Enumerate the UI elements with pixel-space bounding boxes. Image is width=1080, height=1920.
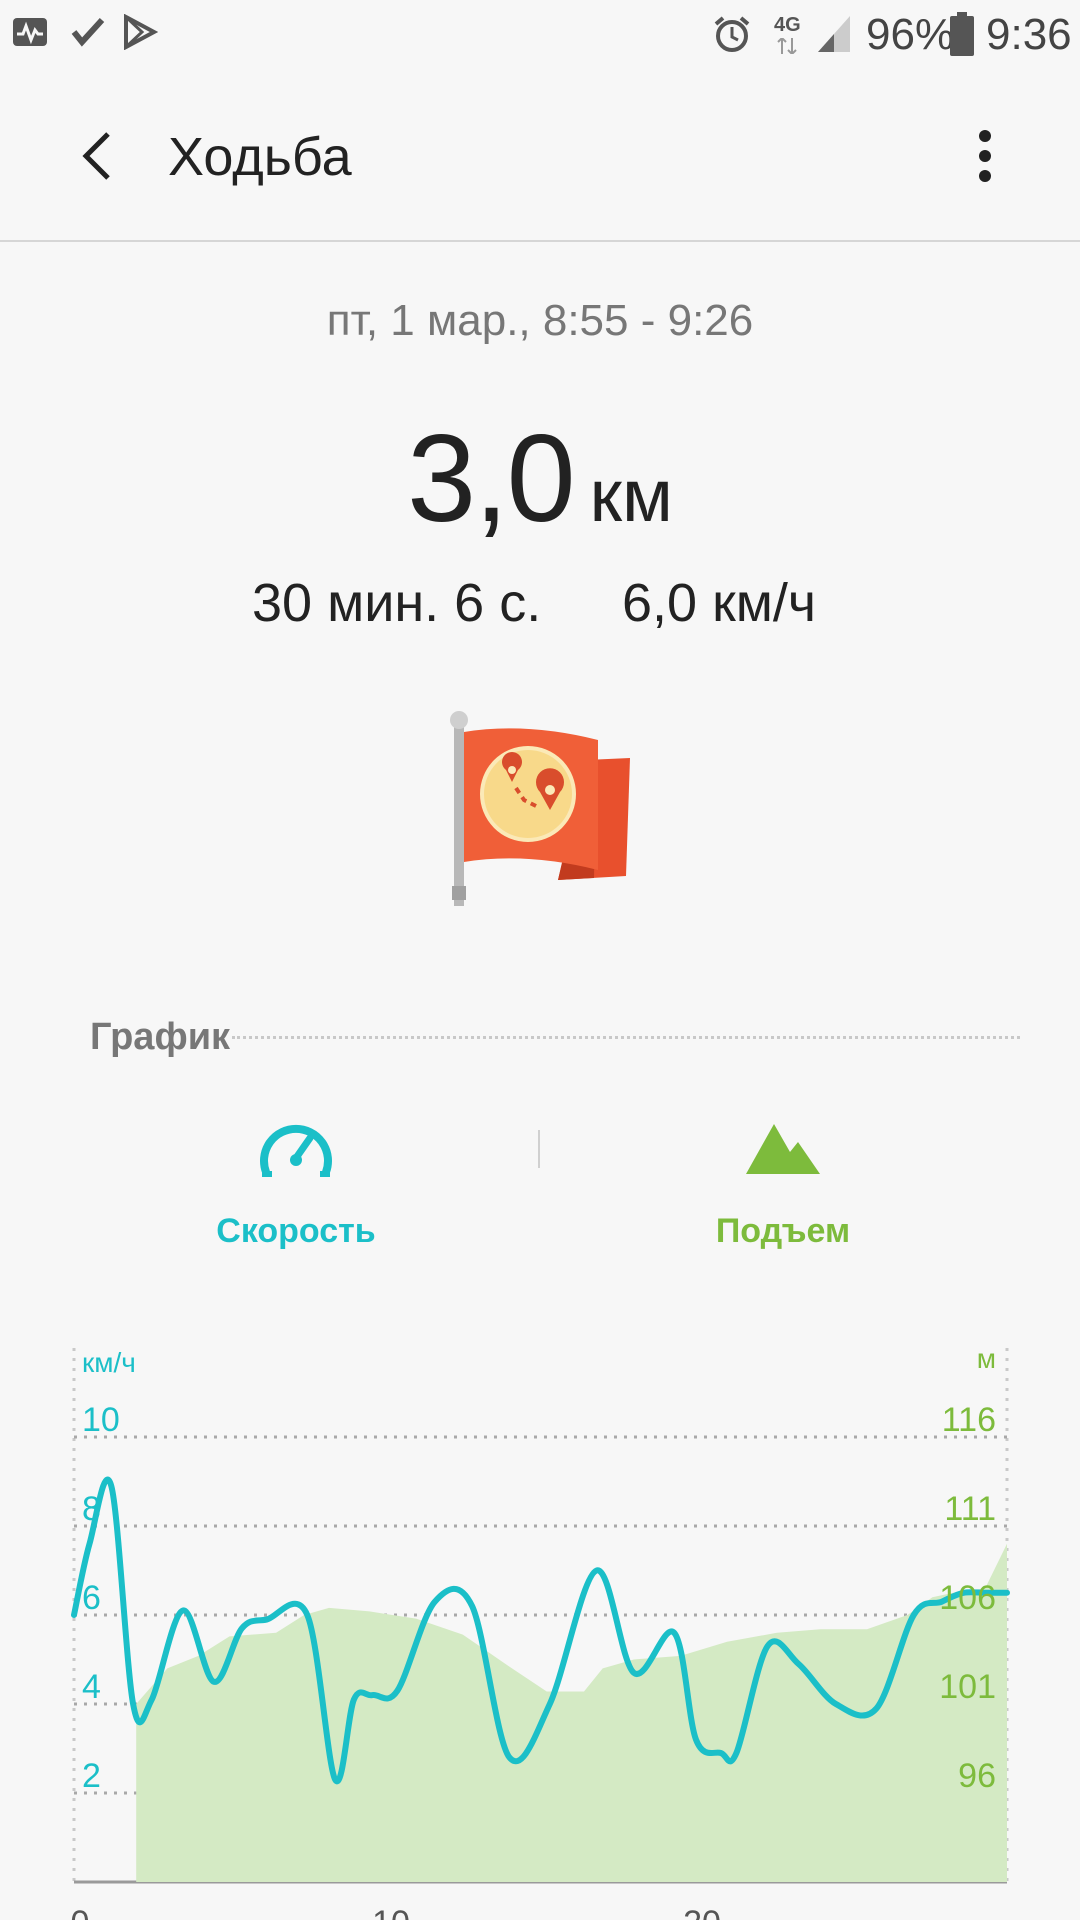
more-vert-icon[interactable] (955, 126, 1015, 186)
tab-elevation-label[interactable]: Подъем (660, 1212, 906, 1251)
right-tick-label: 111 (944, 1490, 996, 1528)
distance: 3,0 км (0, 408, 1080, 550)
speed-elevation-chart: км/ч м 10 8 6 4 2 116 111 106 101 96 0 10 20 (71, 1343, 1010, 1920)
tab-speed-label[interactable]: Скорость (170, 1212, 422, 1251)
check-icon (71, 17, 105, 47)
left-tick-label: 2 (82, 1757, 101, 1795)
right-axis-unit-label: м (977, 1343, 996, 1374)
x-tick-label: 10 (372, 1904, 410, 1920)
battery-icon (950, 12, 974, 56)
tab-divider (538, 1130, 540, 1168)
left-tick-label: 4 (82, 1668, 101, 1706)
duration: 30 мин. 6 с. (252, 573, 542, 633)
back-arrow-icon[interactable] (70, 126, 130, 186)
right-tick-label: 101 (939, 1668, 996, 1706)
page-title: Ходьба (168, 127, 352, 187)
left-tick-label: 8 (82, 1490, 101, 1528)
left-tick-label: 10 (82, 1401, 120, 1439)
average-speed: 6,0 км/ч (622, 573, 816, 633)
right-tick-label: 96 (958, 1757, 996, 1795)
x-tick-label: 20 (683, 1904, 721, 1920)
x-tick-label: 0 (71, 1904, 90, 1920)
app-bar: Ходьба (0, 76, 1080, 242)
battery-percent: 96% (866, 10, 955, 59)
section-divider (232, 1036, 1020, 1039)
date-range: пт, 1 мар., 8:55 - 9:26 (326, 296, 754, 345)
right-tick-label: 106 (939, 1579, 996, 1617)
elevation-area (136, 1543, 1007, 1882)
play-store-icon (124, 14, 158, 50)
signal-icon (818, 16, 850, 52)
status-bar: 4G 96% 9:36 (0, 0, 1080, 76)
alarm-icon (714, 16, 750, 52)
left-axis-unit-label: км/ч (82, 1347, 136, 1378)
network-4g-icon: 4G (774, 14, 801, 36)
elevation-area-layer (136, 1543, 1007, 1882)
route-flag-icon (450, 711, 630, 906)
speedometer-icon[interactable] (258, 1118, 334, 1180)
mountain-icon[interactable] (746, 1118, 820, 1174)
activity-icon (13, 18, 47, 46)
distance-value: 3,0 (407, 410, 575, 548)
data-arrows-icon (777, 38, 797, 54)
distance-unit: км (589, 454, 673, 537)
left-tick-label: 6 (82, 1579, 101, 1617)
graph-section-title: График (90, 1016, 231, 1058)
clock: 9:36 (986, 10, 1072, 59)
right-tick-label: 116 (942, 1401, 996, 1439)
